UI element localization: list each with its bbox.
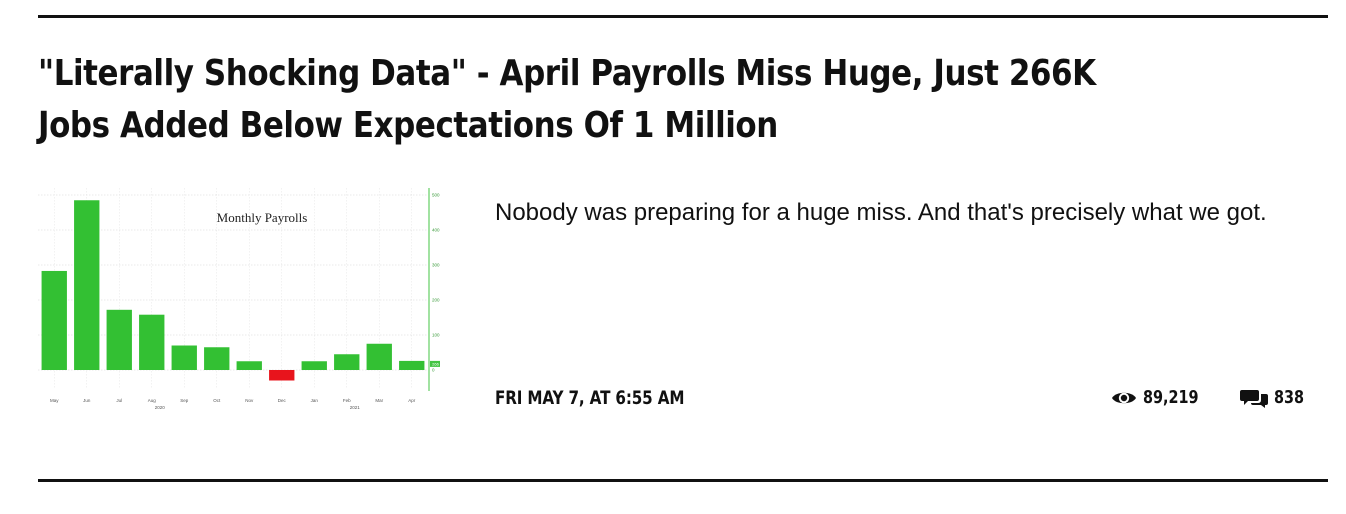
x-tick-label: Oct: [213, 398, 221, 403]
x-year-label: 2021: [350, 405, 361, 410]
bottom-divider: [38, 479, 1328, 482]
chart-bar-may: [41, 270, 67, 370]
chart-bar-oct: [204, 347, 230, 370]
chart-bars: [41, 200, 425, 381]
eye-icon: [1111, 389, 1137, 407]
y-tick-label: 300: [432, 263, 440, 268]
article-teaser: Nobody was preparing for a huge miss. An…: [495, 199, 1267, 226]
x-tick-label: Apr: [408, 398, 416, 403]
chart-bar-jul: [106, 309, 132, 370]
chart-bar-nov: [236, 361, 262, 370]
x-year-label: 2020: [155, 405, 166, 410]
x-tick-label: May: [50, 398, 59, 403]
x-tick-label: Dec: [278, 398, 287, 403]
comments-count[interactable]: 838: [1240, 387, 1312, 408]
chart-bar-mar: [366, 343, 392, 370]
views-count: 89,219: [1111, 387, 1212, 408]
payrolls-chart-thumbnail[interactable]: May Jun Jul Aug Sep Oct Nov Dec Jan Feb Mar Apr 2020…: [38, 183, 440, 413]
chart-bar-jun: [74, 200, 100, 370]
y-tick-label: 200: [432, 298, 440, 303]
x-tick-label: Sep: [180, 398, 189, 403]
article-date: FRI MAY 7, AT 6:55 AM: [495, 387, 685, 409]
y-tick-label: 500: [432, 193, 440, 198]
chart-bar-aug: [139, 314, 165, 370]
x-tick-label: Mar: [375, 398, 383, 403]
chart-bar-dec: [269, 370, 295, 381]
comments-number: 838: [1274, 387, 1305, 408]
y-tick-label: 0: [432, 368, 435, 373]
comments-icon: [1240, 388, 1268, 408]
chart-title: Monthly Payrolls: [217, 210, 308, 225]
x-tick-label: Jul: [116, 398, 122, 403]
chart-bar-apr: [399, 360, 425, 370]
x-tick-label: Nov: [245, 398, 254, 403]
y-tick-label: 100: [432, 333, 440, 338]
x-tick-label: Jan: [311, 398, 319, 403]
x-tick-label: Jun: [83, 398, 91, 403]
chart-y-axis: 500 400 300 200 100 0 266: [428, 188, 440, 391]
last-value-label: 266: [432, 361, 439, 366]
x-tick-label: Aug: [148, 398, 157, 403]
article-headline[interactable]: "Literally Shocking Data" - April Payrol…: [38, 48, 1139, 152]
y-tick-label: 400: [432, 228, 440, 233]
chart-bar-jan: [301, 361, 327, 370]
chart-x-labels: May Jun Jul Aug Sep Oct Nov Dec Jan Feb Mar Apr 2020…: [50, 398, 416, 410]
chart-bar-feb: [334, 354, 360, 370]
views-number: 89,219: [1143, 387, 1199, 408]
top-divider: [38, 15, 1328, 18]
x-tick-label: Feb: [343, 398, 351, 403]
chart-bar-sep: [171, 345, 197, 370]
